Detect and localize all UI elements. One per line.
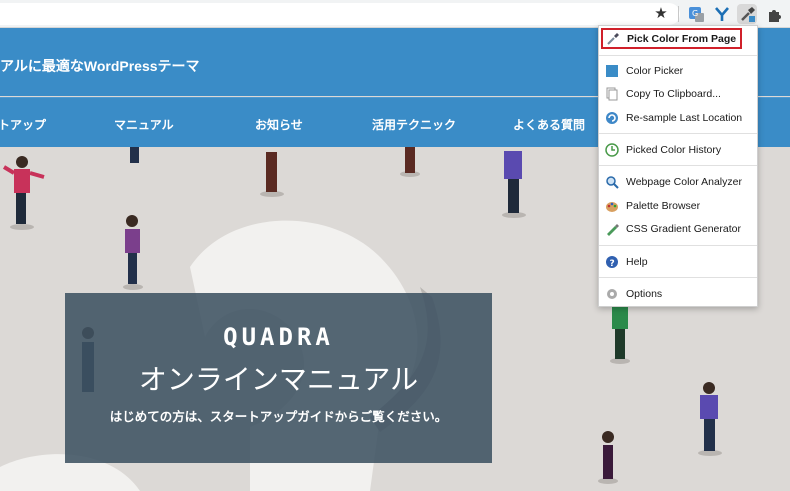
menu-item-resample[interactable]: Re-sample Last Location xyxy=(599,108,757,128)
extension-popup-menu: Pick Color From Page Color Picker Copy T… xyxy=(598,25,758,307)
site-title[interactable]: アルに最適なWordPressテーマ xyxy=(0,56,200,76)
menu-item-gradient-generator[interactable]: CSS Gradient Generator xyxy=(599,219,757,239)
browser-toolbar: ★ G xyxy=(0,0,790,28)
clipboard-icon xyxy=(605,87,619,101)
refresh-icon xyxy=(605,111,619,125)
nav-faq[interactable]: よくある質問 xyxy=(513,116,585,133)
menu-item-label: Help xyxy=(626,256,648,268)
menu-item-color-picker[interactable]: Color Picker xyxy=(599,61,757,81)
menu-item-color-analyzer[interactable]: Webpage Color Analyzer xyxy=(599,172,757,192)
person-figure xyxy=(260,152,284,197)
extension-y-icon[interactable] xyxy=(712,4,732,24)
person-figure xyxy=(2,156,45,230)
bookmark-star-icon[interactable]: ★ xyxy=(652,4,670,22)
person-figure xyxy=(610,307,630,364)
menu-divider xyxy=(599,277,757,278)
menu-item-help[interactable]: ? Help xyxy=(599,252,757,272)
eyedropper-icon xyxy=(606,32,620,46)
menu-item-history[interactable]: Picked Color History xyxy=(599,140,757,160)
menu-item-label: Pick Color From Page xyxy=(627,33,737,45)
svg-text:?: ? xyxy=(610,259,615,269)
person-figure xyxy=(698,382,722,456)
hero-title: オンラインマニュアル xyxy=(138,364,419,395)
menu-item-label: Picked Color History xyxy=(626,144,722,156)
nav-manual[interactable]: マニュアル xyxy=(114,116,174,133)
menu-item-copy-clipboard[interactable]: Copy To Clipboard... xyxy=(599,84,757,104)
menu-divider xyxy=(599,245,757,246)
menu-divider xyxy=(599,133,757,134)
gear-icon xyxy=(605,287,619,301)
extensions-puzzle-icon[interactable] xyxy=(764,4,784,24)
menu-item-label: Color Picker xyxy=(626,65,684,77)
color-swatch-icon xyxy=(605,64,619,78)
palette-icon xyxy=(605,199,619,213)
menu-divider xyxy=(599,55,757,56)
person-figure xyxy=(502,151,526,218)
nav-startup[interactable]: トアップ xyxy=(0,116,46,133)
menu-item-label: Palette Browser xyxy=(626,200,701,212)
menu-item-label: Copy To Clipboard... xyxy=(626,88,721,100)
person-figure xyxy=(400,147,420,177)
person-figure xyxy=(598,431,618,484)
menu-item-palette-browser[interactable]: Palette Browser xyxy=(599,196,757,216)
help-icon: ? xyxy=(605,255,619,269)
person-figure xyxy=(130,147,139,163)
menu-item-label: CSS Gradient Generator xyxy=(626,223,741,235)
toolbar-divider xyxy=(678,6,679,22)
menu-item-label: Options xyxy=(626,288,663,300)
pen-icon xyxy=(605,222,619,236)
menu-divider xyxy=(599,165,757,166)
hero-logo: QUADRA xyxy=(223,323,334,351)
extension-translate-icon[interactable]: G xyxy=(686,4,706,24)
nav-techniques[interactable]: 活用テクニック xyxy=(372,116,456,133)
menu-item-label: Re-sample Last Location xyxy=(626,112,743,124)
person-figure xyxy=(123,215,143,290)
address-bar[interactable] xyxy=(0,3,680,25)
hero-subtitle: はじめての方は、スタートアップガイドからご覧ください。 xyxy=(109,410,448,424)
nav-news[interactable]: お知らせ xyxy=(255,116,303,133)
menu-item-options[interactable]: Options xyxy=(599,284,757,304)
svg-text:G: G xyxy=(692,9,698,18)
menu-item-label: Webpage Color Analyzer xyxy=(626,176,742,188)
history-icon xyxy=(605,143,619,157)
extension-colorzilla-icon[interactable] xyxy=(737,4,757,24)
magnifier-icon xyxy=(605,175,619,189)
menu-item-pick-color[interactable]: Pick Color From Page xyxy=(601,28,742,49)
